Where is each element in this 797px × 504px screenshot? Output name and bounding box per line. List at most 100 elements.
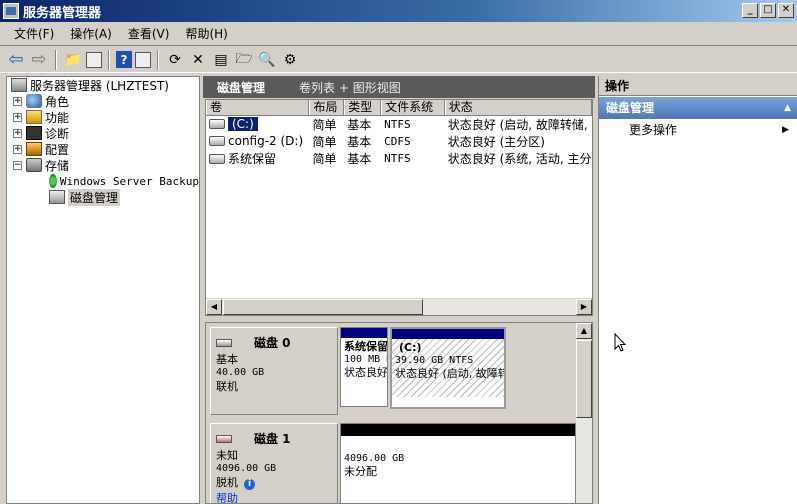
properties-icon[interactable]: ▤	[211, 50, 231, 70]
volume-status: 状态良好 (系统, 活动, 主分区)	[447, 152, 592, 166]
vertical-scrollbar[interactable]: ▲	[576, 323, 592, 503]
diagnostics-icon	[26, 126, 42, 140]
partition-status: 状态良好 (系统, 活动, 主分区)	[344, 366, 388, 379]
refresh-icon[interactable]: ⟳	[165, 50, 185, 70]
show-hide-tree-icon[interactable]	[86, 51, 102, 68]
scroll-up-icon[interactable]: ▲	[576, 323, 592, 339]
features-icon	[26, 110, 42, 124]
minimize-button[interactable]: _	[742, 3, 758, 18]
expand-icon[interactable]: +	[13, 96, 22, 106]
tree-item-label: 诊断	[45, 126, 70, 141]
collapse-up-icon[interactable]: ▲	[784, 97, 791, 119]
volume-filesystem: NTFS	[384, 152, 411, 165]
column-header-status[interactable]: 状态	[444, 100, 592, 115]
table-row[interactable]: (C:) 简单 基本 NTFS 状态良好 (启动, 故障转储, 主分区)	[206, 116, 592, 133]
scrollbar-thumb[interactable]	[576, 340, 592, 418]
tree-item-storage[interactable]: − 存储	[7, 157, 199, 173]
volume-type: 基本	[347, 152, 372, 166]
more-actions-label: 更多操作	[629, 123, 678, 137]
cd-drive-icon	[209, 136, 225, 146]
submenu-arrow-icon: ▶	[782, 125, 789, 135]
partition-system-reserved[interactable]: 系统保留 100 MB NTFS 状态良好 (系统, 活动, 主分区)	[340, 327, 388, 407]
column-header-type[interactable]: 类型	[344, 100, 382, 115]
partition-size: 4096.00 GB	[344, 453, 405, 464]
expand-icon[interactable]: +	[13, 144, 22, 154]
tree-item-windows-server-backup[interactable]: Windows Server Backup	[7, 173, 199, 189]
scroll-right-icon[interactable]: ▶	[576, 299, 592, 315]
disk-management-icon	[49, 190, 65, 204]
pane-header: 磁盘管理 卷列表 + 图形视图	[203, 76, 595, 98]
partition-unallocated[interactable]: 4096.00 GB 未分配	[340, 423, 576, 503]
column-header-filesystem[interactable]: 文件系统	[381, 100, 445, 115]
forward-icon[interactable]: ⇨	[29, 49, 49, 70]
roles-icon	[26, 94, 42, 108]
volume-layout: 简单	[312, 118, 337, 132]
tree-item-features[interactable]: + 功能	[7, 109, 199, 125]
expand-icon[interactable]: +	[13, 112, 22, 122]
back-icon[interactable]: ⇦	[6, 49, 26, 70]
storage-icon	[26, 158, 42, 172]
partition-bar	[341, 424, 575, 436]
menu-view[interactable]: 查看(V)	[120, 23, 178, 44]
toolbar-separator	[55, 49, 57, 70]
volume-status: 状态良好 (主分区)	[447, 135, 545, 149]
help-icon[interactable]: ?	[116, 51, 132, 68]
column-header-layout[interactable]: 布局	[309, 100, 345, 115]
maximize-button[interactable]: □	[760, 3, 776, 18]
volume-list: 卷 布局 类型 文件系统 状态 (C:) 简单 基本 NTFS 状态良好 (启动…	[205, 99, 593, 316]
tree-root[interactable]: 服务器管理器 (LHZTEST)	[7, 77, 199, 93]
disk-state: 联机	[216, 380, 238, 393]
tree-item-diagnostics[interactable]: + 诊断	[7, 125, 199, 141]
volume-icon	[209, 119, 225, 129]
console-icon[interactable]	[135, 51, 151, 68]
column-header-volume[interactable]: 卷	[206, 100, 310, 115]
tree-item-label: 角色	[45, 94, 70, 109]
partition-c[interactable]: (C:) 39.90 GB NTFS 状态良好 (启动, 故障转储, 主分区)	[390, 327, 506, 409]
title-bar: 服务器管理器 _ □ ✕	[0, 0, 797, 22]
tree-item-label: 功能	[45, 110, 70, 125]
menu-file[interactable]: 文件(F)	[6, 23, 62, 44]
tree-item-disk-management[interactable]: 磁盘管理	[7, 188, 199, 206]
expand-icon[interactable]: +	[13, 128, 22, 138]
horizontal-scrollbar[interactable]: ◀ ▶	[206, 298, 592, 315]
volume-name: config-2 (D:)	[228, 134, 304, 148]
table-row[interactable]: config-2 (D:) 简单 基本 CDFS 状态良好 (主分区)	[206, 133, 592, 150]
disk-0-info[interactable]: 磁盘 0 基本 40.00 GB 联机	[210, 327, 338, 415]
delete-icon[interactable]: ✕	[188, 50, 208, 70]
collapse-icon[interactable]: −	[13, 160, 22, 170]
disk-1-info[interactable]: 磁盘 1 未知 4096.00 GB 脱机 i 帮助	[210, 423, 338, 503]
menu-action[interactable]: 操作(A)	[62, 23, 120, 44]
close-button[interactable]: ✕	[778, 3, 794, 18]
disk-size: 40.00 GB	[216, 367, 265, 378]
volume-icon	[209, 153, 225, 164]
volume-filesystem: CDFS	[384, 135, 411, 148]
volume-list-header: 卷 布局 类型 文件系统 状态	[206, 100, 592, 116]
partition-name: (C:)	[399, 341, 422, 354]
settings-icon[interactable]: ⚙	[280, 50, 300, 70]
partition-status: 未分配	[344, 465, 377, 478]
disk-icon	[216, 338, 232, 347]
scroll-left-icon[interactable]: ◀	[206, 299, 222, 315]
actions-section-disk-management[interactable]: 磁盘管理 ▲	[599, 97, 797, 119]
partition-status: 状态良好 (启动, 故障转储, 主分区)	[395, 367, 504, 380]
volume-layout: 简单	[312, 152, 337, 166]
tree-item-configuration[interactable]: + 配置	[7, 141, 199, 157]
volume-type: 基本	[347, 118, 372, 132]
more-actions-item[interactable]: 更多操作 ▶	[599, 119, 797, 141]
tree-item-label: 存储	[45, 158, 70, 173]
table-row[interactable]: 系统保留 简单 基本 NTFS 状态良好 (系统, 活动, 主分区)	[206, 150, 592, 167]
volume-status: 状态良好 (启动, 故障转储, 主分区)	[447, 118, 592, 132]
help-link[interactable]: 帮助	[216, 492, 238, 503]
disk-offline-icon	[216, 434, 232, 443]
scrollbar-thumb[interactable]	[223, 299, 423, 315]
tree-item-roles[interactable]: + 角色	[7, 93, 199, 109]
up-folder-icon[interactable]: 📁	[63, 50, 83, 70]
disk-management-pane: 磁盘管理 卷列表 + 图形视图 卷 布局 类型 文件系统 状态 (C:) 简单 …	[203, 76, 595, 504]
server-manager-icon	[3, 3, 19, 19]
actions-pane: 操作 磁盘管理 ▲ 更多操作 ▶	[598, 76, 797, 504]
open-icon[interactable]: 🗁	[234, 50, 254, 70]
menu-help[interactable]: 帮助(H)	[177, 23, 235, 44]
search-icon[interactable]: 🔍	[257, 50, 277, 70]
info-icon[interactable]: i	[244, 479, 255, 490]
volume-name: (C:)	[228, 117, 258, 131]
